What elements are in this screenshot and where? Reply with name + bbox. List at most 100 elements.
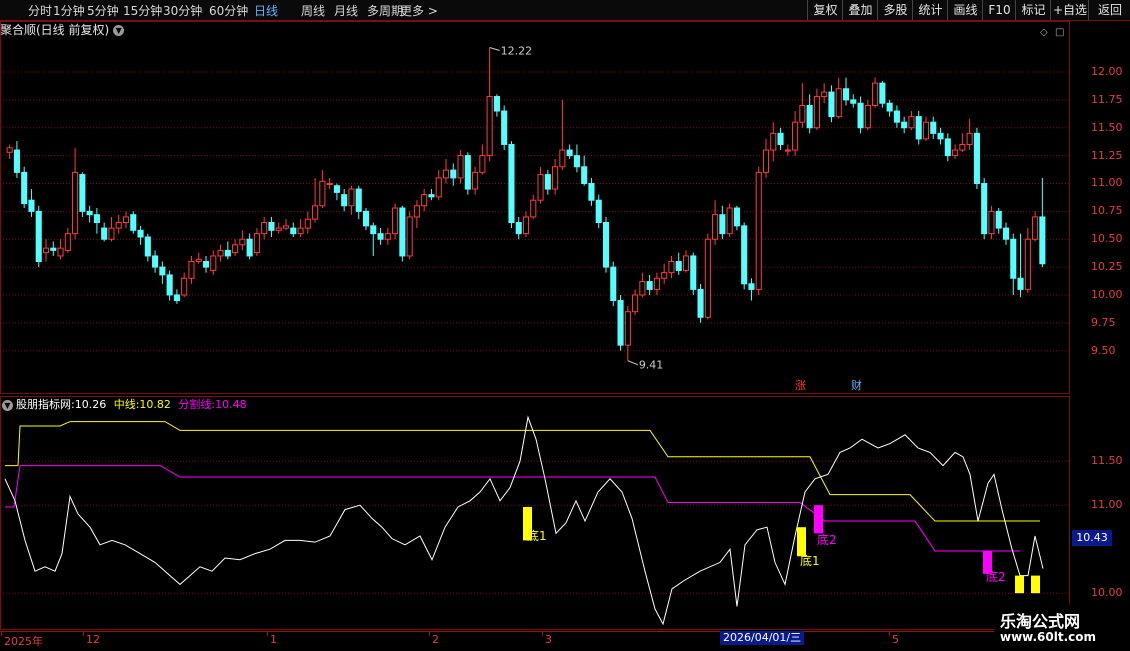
candle <box>392 203 399 240</box>
candle <box>792 111 799 156</box>
indicator-chart[interactable]: 底1 底2 底1 底2 <box>0 396 1070 630</box>
candle <box>828 85 835 123</box>
candle <box>224 241 231 260</box>
square-icon[interactable]: □ <box>1055 27 1064 38</box>
price-axis-label: 9.75 <box>1091 315 1116 329</box>
signal-label: 底2 <box>817 532 837 547</box>
toolbar-button[interactable]: F10 <box>982 0 1016 20</box>
candle <box>530 194 537 220</box>
candle <box>959 133 966 153</box>
cai-badge[interactable]: 财 <box>851 378 862 392</box>
candle <box>813 88 820 130</box>
candle <box>50 241 57 256</box>
candle <box>573 144 580 173</box>
price-axis-label: 11.00 <box>1091 176 1123 190</box>
candle <box>384 228 391 245</box>
candle <box>624 306 631 361</box>
toolbar-button[interactable]: +自选 <box>1050 0 1089 20</box>
period-tab[interactable]: 1分钟 <box>53 2 85 19</box>
candle <box>879 80 886 108</box>
period-tab[interactable]: 30分钟 <box>163 2 202 19</box>
date-label: 2 <box>432 633 439 646</box>
candle <box>639 272 646 298</box>
diamond-icon[interactable]: ◇ <box>1040 27 1048 38</box>
candle <box>1017 233 1024 298</box>
period-tab[interactable]: 多周期 <box>367 2 403 19</box>
candle <box>232 239 239 256</box>
candle <box>152 250 159 273</box>
candle <box>341 189 348 212</box>
high-price-label: 12.22 <box>501 44 533 57</box>
candle <box>122 211 130 229</box>
period-tab[interactable]: 更多 > <box>400 2 438 19</box>
period-tab[interactable]: 15分钟 <box>123 2 162 19</box>
candle <box>566 144 573 159</box>
indicator-axis-label: 10.00 <box>1091 586 1123 600</box>
candle <box>362 208 370 231</box>
toolbar-button[interactable]: 复权 <box>807 0 843 20</box>
candle <box>508 141 515 229</box>
date-tick <box>83 632 84 636</box>
candle <box>108 216 115 242</box>
price-axis-label: 11.50 <box>1091 120 1123 134</box>
candle <box>275 222 282 234</box>
date-label: 2025年 <box>4 635 43 648</box>
candle <box>35 205 42 268</box>
chevron-down-icon[interactable]: ▼ <box>2 399 13 411</box>
candle <box>282 219 290 231</box>
period-tab[interactable]: 60分钟 <box>209 2 248 19</box>
candle <box>952 144 959 159</box>
toolbar-button[interactable]: 多股 <box>877 0 913 20</box>
zhang-badge[interactable]: 涨 <box>795 379 806 392</box>
candle <box>86 205 93 223</box>
toolbar-button[interactable]: 标记 <box>1015 0 1051 20</box>
candle <box>57 239 64 260</box>
low-pointer <box>627 360 639 366</box>
candle <box>995 208 1002 234</box>
candle <box>450 163 457 186</box>
candle <box>748 278 755 301</box>
candle <box>173 289 180 304</box>
candle <box>246 233 253 260</box>
candle <box>864 99 871 130</box>
candle <box>690 252 697 295</box>
candle <box>755 166 762 295</box>
candle <box>268 216 275 237</box>
candle <box>719 205 726 240</box>
toolbar-button[interactable]: 统计 <box>912 0 948 20</box>
candle <box>486 47 493 162</box>
signal-label: 底1 <box>527 528 547 543</box>
candle <box>1010 233 1017 295</box>
candle <box>64 228 71 253</box>
candle <box>733 205 740 231</box>
candle <box>472 166 479 195</box>
candle <box>973 127 980 190</box>
toolbar-button[interactable]: 返回 <box>1088 0 1130 20</box>
period-tab[interactable]: 5分钟 <box>87 2 119 19</box>
candle <box>588 177 595 206</box>
toolbar-button[interactable]: 叠加 <box>842 0 878 20</box>
candle <box>442 158 450 184</box>
toolbar-button[interactable]: 画线 <box>947 0 983 20</box>
period-tab[interactable]: 日线 <box>254 2 278 19</box>
indicator-main-label: 股朋指标网 <box>16 398 71 411</box>
date-tick <box>542 632 543 636</box>
candle <box>93 208 100 234</box>
price-axis: 12.00 11.75 11.50 11.25 11.00 10.75 10.50 10.25… <box>1072 21 1130 394</box>
candle <box>966 118 973 151</box>
candlestick-chart[interactable]: 12.22 9.41 涨 财 ◇ □ <box>0 21 1070 394</box>
period-tab[interactable]: 周线 <box>301 2 325 19</box>
candle <box>21 166 28 209</box>
candle <box>72 147 79 240</box>
candle <box>210 250 217 275</box>
period-tab[interactable]: 月线 <box>334 2 358 19</box>
candle <box>559 99 566 171</box>
price-axis-label: 11.25 <box>1091 148 1123 162</box>
candle <box>428 189 435 201</box>
candle <box>290 222 297 237</box>
candle <box>668 255 675 279</box>
watermark: 乐淘公式网 www.60lt.com <box>994 604 1130 650</box>
period-tab[interactable]: 分时 <box>28 2 52 19</box>
date-tick <box>889 632 890 636</box>
candle <box>1024 228 1031 293</box>
